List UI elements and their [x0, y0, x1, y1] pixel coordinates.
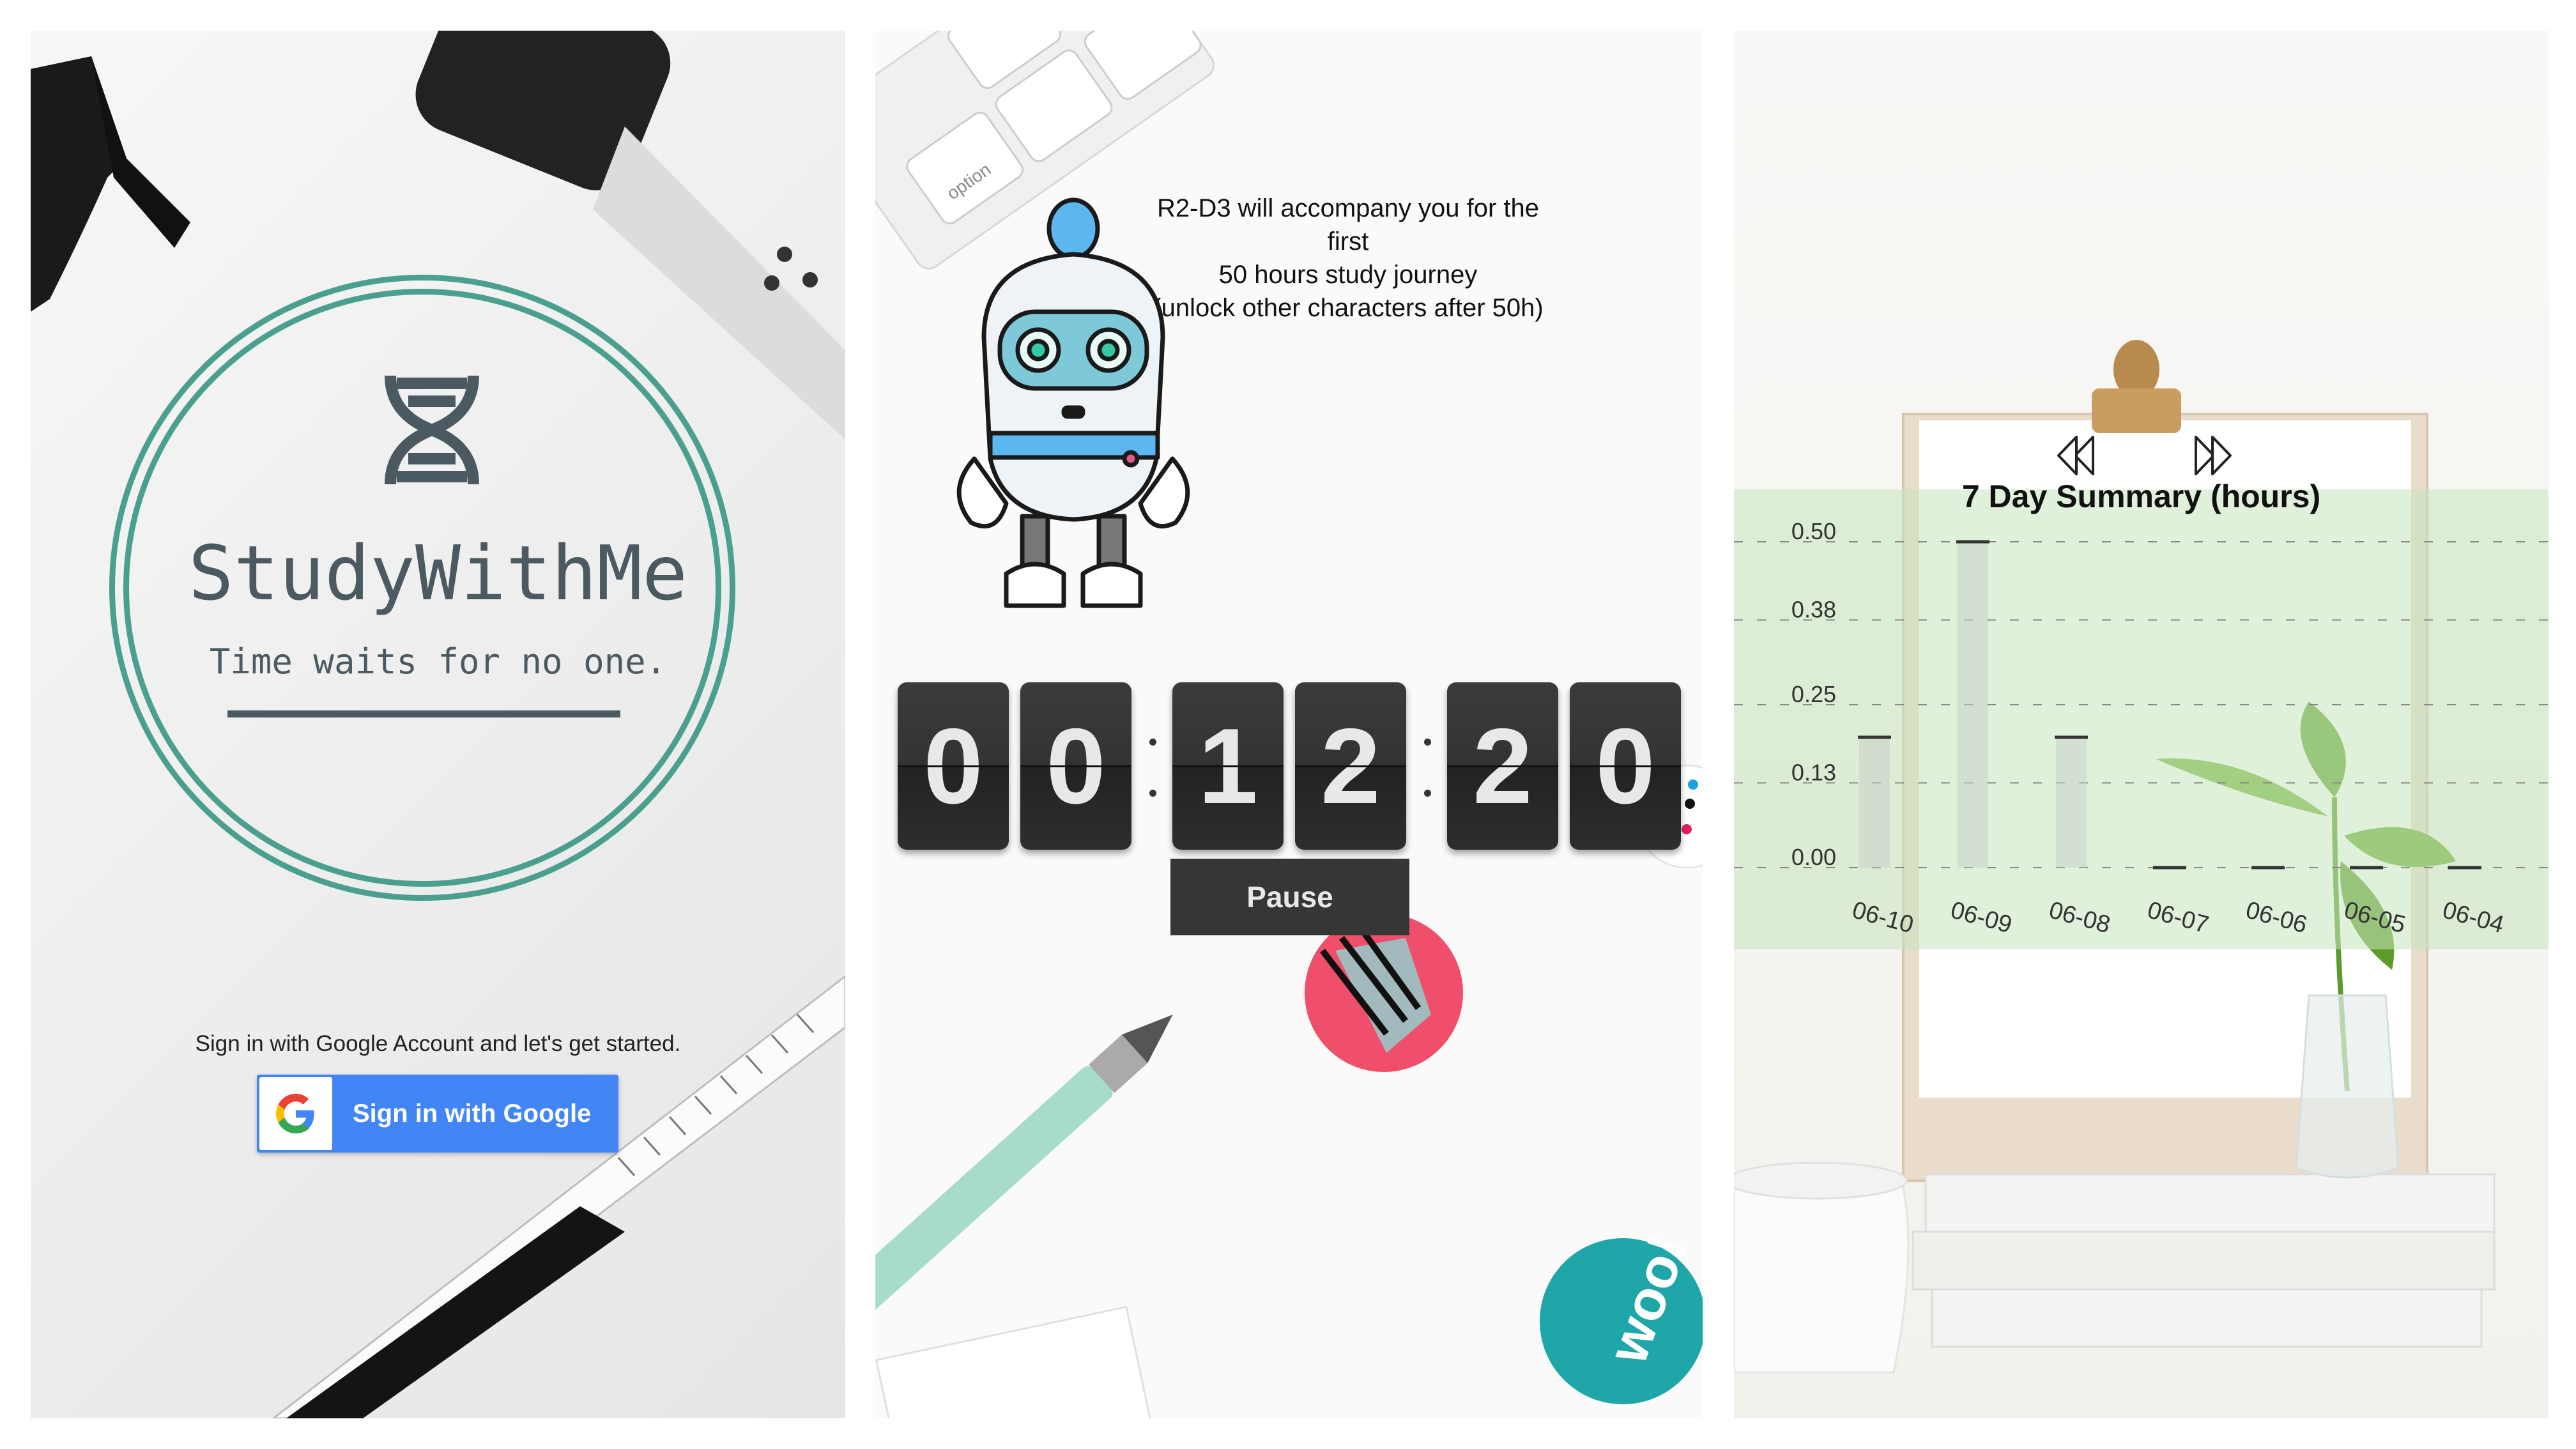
bar: [1859, 737, 1890, 868]
summary-bar-chart: 0.50 0.38 0.25 0.13 0.00 06-10 06-09 06-08 06-07…: [1734, 518, 2549, 939]
timer-screen: option woo! R2-D3 will accompany you for…: [875, 31, 1703, 1418]
x-tick-label: 06-06: [2243, 897, 2310, 939]
countdown-display: 0 0 1 2 2 0: [898, 682, 1703, 855]
app-tagline: Time waits for no one.: [209, 641, 667, 682]
timer-colon: [1422, 719, 1433, 815]
x-tick-label: 06-09: [1948, 897, 2015, 939]
timer-digit-hours-ones: 0: [1020, 682, 1131, 850]
dna-icon: [385, 375, 479, 485]
timer-colon: [1147, 719, 1158, 815]
google-signin-button[interactable]: Sign in with Google: [257, 1075, 618, 1153]
x-tick-label: 06-05: [2342, 897, 2409, 939]
bar: [1958, 542, 1988, 868]
timer-digit-seconds-tens: 2: [1447, 682, 1558, 850]
pause-button[interactable]: Pause: [1170, 859, 1409, 935]
y-tick-label: 0.38: [1791, 596, 1836, 622]
login-screen: StudyWithMe Time waits for no one. Sign …: [31, 31, 845, 1418]
y-tick-label: 0.13: [1791, 759, 1836, 785]
y-tick-label: 0.25: [1791, 681, 1836, 707]
timer-digit-minutes-ones: 2: [1295, 682, 1406, 850]
timer-digit-minutes-tens: 1: [1172, 682, 1284, 850]
double-chevron-right-icon[interactable]: [2191, 433, 2235, 478]
robot-character-icon: [956, 197, 1190, 608]
x-tick-label: 06-04: [2440, 897, 2507, 939]
y-tick-label: 0.00: [1791, 844, 1836, 870]
x-tick-label: 06-08: [2046, 897, 2113, 939]
summary-screen: 7 Day Summary (hours) 0.50 0.38 0.25 0.13 0.…: [1734, 31, 2549, 1418]
x-tick-label: 06-10: [1850, 897, 1917, 939]
timer-digit-seconds-ones: 0: [1570, 682, 1681, 850]
y-tick-label: 0.50: [1791, 518, 1836, 544]
tagline-underline: [227, 710, 620, 717]
bar: [2056, 737, 2087, 868]
google-signin-label: Sign in with Google: [353, 1099, 592, 1128]
app-title: StudyWithMe: [188, 529, 688, 617]
google-logo-icon: [259, 1077, 332, 1150]
signin-prompt: Sign in with Google Account and let's ge…: [195, 1031, 681, 1056]
timer-digit-hours-tens: 0: [898, 682, 1009, 850]
double-chevron-left-icon[interactable]: [2053, 433, 2098, 478]
x-tick-label: 06-07: [2145, 897, 2212, 939]
